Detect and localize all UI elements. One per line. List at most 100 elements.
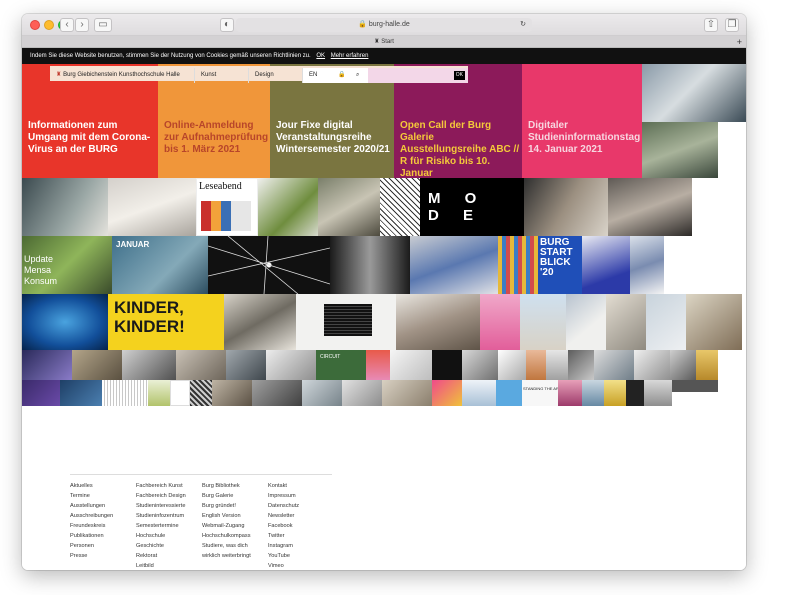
footer-link[interactable]: Datenschutz: [268, 501, 299, 511]
photo-book[interactable]: [258, 178, 318, 236]
photo-lecture[interactable]: [224, 294, 296, 350]
photo-installation[interactable]: [606, 294, 646, 350]
tabs-overview-button[interactable]: ❐: [725, 18, 739, 32]
footer-link[interactable]: Freundeskreis: [70, 521, 113, 531]
footer-link[interactable]: Fachbereich Kunst: [136, 481, 186, 491]
photo-mensa[interactable]: Update Mensa Konsum: [22, 236, 112, 294]
thumb-27[interactable]: [252, 380, 302, 406]
privacy-report-button[interactable]: ◐: [220, 18, 234, 32]
tile-studieninformationstag[interactable]: Digitaler Studieninformationstag 14. Jan…: [522, 64, 642, 178]
footer-link[interactable]: Hochschulkompass: [202, 531, 251, 541]
photo-mode[interactable]: M O D E: [420, 178, 524, 236]
close-window-button[interactable]: [30, 20, 40, 30]
footer-link[interactable]: Personen: [70, 541, 113, 551]
footer-link[interactable]: Kontakt: [268, 481, 299, 491]
footer-link[interactable]: Vimeo: [268, 561, 299, 570]
thumb-28[interactable]: [302, 380, 342, 406]
footer-link[interactable]: English Version: [202, 511, 251, 521]
thumb-31[interactable]: [432, 380, 462, 406]
photo-aerial[interactable]: [642, 122, 718, 178]
footer-link[interactable]: Webmail-Zugang: [202, 521, 251, 531]
thumb-10[interactable]: [432, 350, 462, 380]
thumb-4[interactable]: [176, 350, 226, 380]
photo-wettbewerb[interactable]: [582, 236, 630, 294]
thumb-3[interactable]: [122, 350, 176, 380]
search-input[interactable]: OK: [368, 68, 468, 83]
footer-link[interactable]: Geschichte: [136, 541, 186, 551]
photo-black-lines[interactable]: [208, 236, 330, 294]
thumb-40[interactable]: [672, 380, 718, 392]
footer-link[interactable]: Studieninfozentrum: [136, 511, 186, 521]
cookie-ok-link[interactable]: OK: [316, 53, 325, 59]
thumb-14[interactable]: [546, 350, 568, 380]
footer-link[interactable]: Semestertermine: [136, 521, 186, 531]
language-switch[interactable]: EN: [302, 68, 332, 83]
footer-link[interactable]: Fachbereich Design: [136, 491, 186, 501]
thumb-15[interactable]: [568, 350, 594, 380]
thumb-37[interactable]: [604, 380, 626, 406]
thumb-23[interactable]: [148, 380, 170, 406]
photo-blue-hand[interactable]: [22, 294, 108, 350]
thumb-11[interactable]: [462, 350, 498, 380]
thumb-13[interactable]: [526, 350, 546, 380]
footer-link[interactable]: Studiere, was dich: [202, 541, 251, 551]
thumb-16[interactable]: [594, 350, 634, 380]
photo-interior[interactable]: [566, 294, 606, 350]
thumb-22[interactable]: [102, 380, 148, 406]
share-button[interactable]: ⇧: [704, 18, 718, 32]
footer-link[interactable]: Burg Bibliothek: [202, 481, 251, 491]
photo-pattern[interactable]: [498, 236, 538, 294]
thumb-19[interactable]: [696, 350, 718, 380]
photo-corridor[interactable]: [330, 236, 410, 294]
thumb-18[interactable]: [670, 350, 696, 380]
photo-people-2[interactable]: [686, 294, 742, 350]
back-button[interactable]: ‹: [60, 18, 74, 32]
photo-portrait[interactable]: [318, 178, 380, 236]
photo-people[interactable]: [642, 64, 746, 122]
footer-link[interactable]: YouTube: [268, 551, 299, 561]
photo-drawing[interactable]: [380, 178, 420, 236]
sidebar-toggle-button[interactable]: ▭: [94, 18, 112, 32]
thumb-gegenwarts[interactable]: [22, 380, 60, 406]
footer-link[interactable]: Hochschule: [136, 531, 186, 541]
nav-kunst[interactable]: Kunst: [194, 68, 248, 83]
photo-exhibition[interactable]: [524, 178, 608, 236]
thumb-25[interactable]: [190, 380, 212, 406]
photo-gallery[interactable]: [108, 178, 196, 236]
thumb-26[interactable]: [212, 380, 252, 406]
footer-link[interactable]: Ausschreibungen: [70, 511, 113, 521]
footer-link[interactable]: Twitter: [268, 531, 299, 541]
footer-link[interactable]: Instagram: [268, 541, 299, 551]
nav-design[interactable]: Design: [248, 68, 302, 83]
thumb-9[interactable]: [390, 350, 432, 380]
forward-button[interactable]: ›: [75, 18, 89, 32]
footer-link[interactable]: Leitbild: [136, 561, 186, 570]
cookie-more-link[interactable]: Mehr erfahren: [331, 53, 369, 59]
thumb-5[interactable]: [226, 350, 266, 380]
footer-link[interactable]: Ausstellungen: [70, 501, 113, 511]
minimize-window-button[interactable]: [44, 20, 54, 30]
photo-pink-poster[interactable]: [480, 294, 520, 350]
tab-start[interactable]: ♜ Start: [374, 39, 394, 45]
photo-group[interactable]: [396, 294, 480, 350]
footer-link[interactable]: Studieninteressierte: [136, 501, 186, 511]
logo-link[interactable]: ♜ Burg Giebichenstein Kunsthochschule Ha…: [50, 68, 194, 83]
thumb-8[interactable]: [366, 350, 390, 380]
photo-leseabend[interactable]: Leseabend: [196, 178, 258, 236]
reload-icon[interactable]: ↻: [520, 18, 526, 32]
footer-link[interactable]: Presse: [70, 551, 113, 561]
thumb-30[interactable]: [382, 380, 432, 406]
footer-link[interactable]: wirklich weiterbringt: [202, 551, 251, 561]
photo-black-drawing[interactable]: [296, 294, 396, 350]
thumb-17[interactable]: [634, 350, 670, 380]
footer-link[interactable]: Newsletter: [268, 511, 299, 521]
new-tab-button[interactable]: +: [737, 36, 742, 48]
thumb-35[interactable]: [558, 380, 582, 406]
photo-workshop[interactable]: [22, 178, 108, 236]
footer-link[interactable]: Burg gründet!: [202, 501, 251, 511]
footer-link[interactable]: Publikationen: [70, 531, 113, 541]
search-button[interactable]: ⌕: [350, 68, 368, 83]
footer-link[interactable]: Burg Galerie: [202, 491, 251, 501]
thumb-24[interactable]: [170, 380, 190, 406]
photo-room[interactable]: [646, 294, 686, 350]
